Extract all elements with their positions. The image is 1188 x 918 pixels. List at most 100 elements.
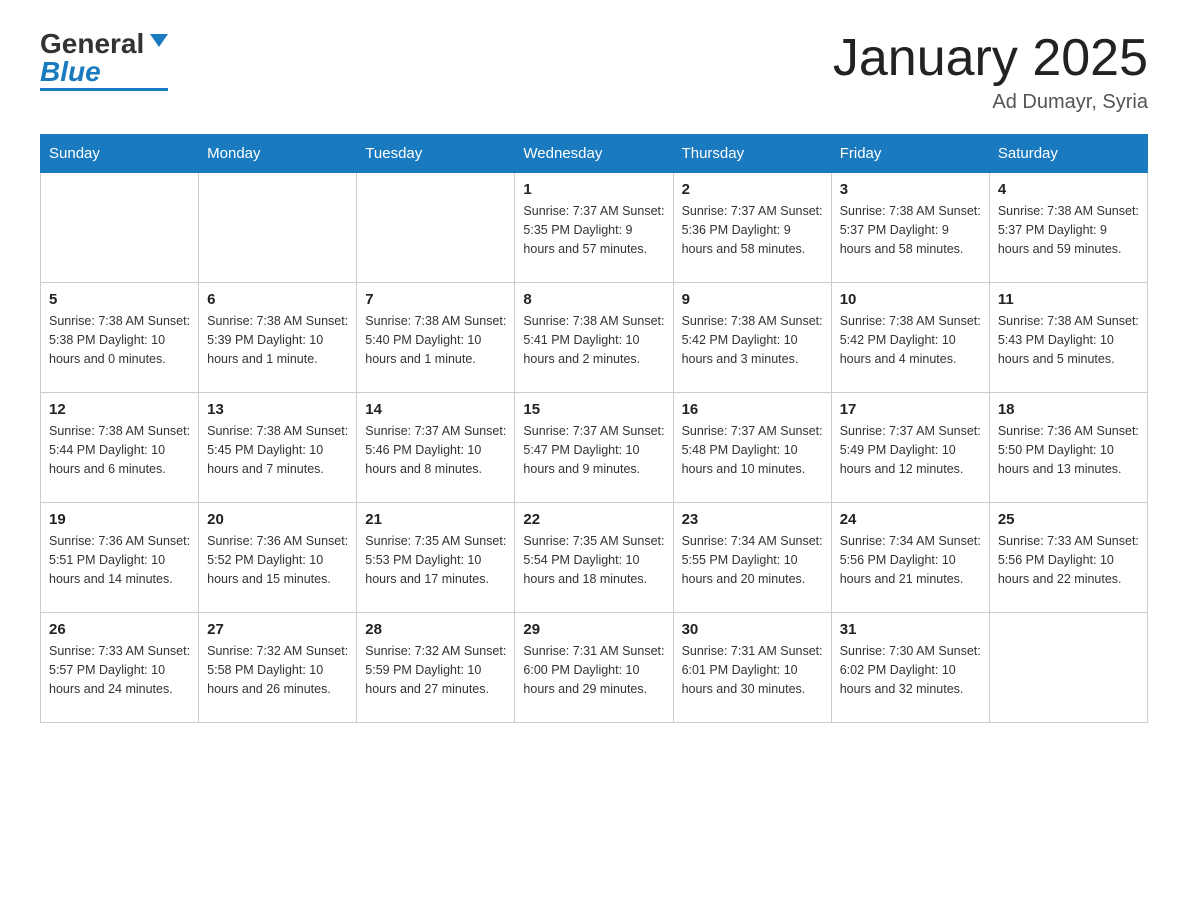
day-info: Sunrise: 7:33 AM Sunset: 5:56 PM Dayligh… (998, 532, 1139, 588)
day-number: 9 (682, 291, 823, 308)
calendar-cell: 15 Sunrise: 7:37 AM Sunset: 5:47 PM Dayli… (515, 393, 673, 503)
day-info: Sunrise: 7:37 AM Sunset: 5:49 PM Dayligh… (840, 422, 981, 478)
day-number: 20 (207, 511, 348, 528)
day-number: 13 (207, 401, 348, 418)
day-info: Sunrise: 7:38 AM Sunset: 5:38 PM Dayligh… (49, 312, 190, 368)
calendar-cell: 24Sunrise: 7:34 AM Sunset: 5:56 PM Dayli… (831, 503, 989, 613)
day-info: Sunrise: 7:31 AM Sunset: 6:00 PM Dayligh… (523, 642, 664, 698)
day-number: 6 (207, 291, 348, 308)
day-number: 22 (523, 511, 664, 528)
calendar-cell: 6 Sunrise: 7:38 AM Sunset: 5:39 PM Daylig… (199, 283, 357, 393)
calendar-cell: 4 Sunrise: 7:38 AM Sunset: 5:37 PM Daylig… (989, 173, 1147, 283)
day-info: Sunrise: 7:36 AM Sunset: 5:52 PM Dayligh… (207, 532, 348, 588)
calendar-header-wednesday: Wednesday (515, 135, 673, 173)
day-info: Sunrise: 7:36 AM Sunset: 5:50 PM Dayligh… (998, 422, 1139, 478)
calendar-cell: 1 Sunrise: 7:37 AM Sunset: 5:35 PM Daylig… (515, 173, 673, 283)
day-number: 12 (49, 401, 190, 418)
day-info: Sunrise: 7:38 AM Sunset: 5:42 PM Dayligh… (682, 312, 823, 368)
calendar-cell: 30Sunrise: 7:31 AM Sunset: 6:01 PM Dayli… (673, 613, 831, 723)
day-number: 28 (365, 621, 506, 638)
day-number: 29 (523, 621, 664, 638)
calendar-cell: 3 Sunrise: 7:38 AM Sunset: 5:37 PM Daylig… (831, 173, 989, 283)
day-number: 10 (840, 291, 981, 308)
day-info: Sunrise: 7:38 AM Sunset: 5:43 PM Dayligh… (998, 312, 1139, 368)
calendar-header-saturday: Saturday (989, 135, 1147, 173)
day-info: Sunrise: 7:30 AM Sunset: 6:02 PM Dayligh… (840, 642, 981, 698)
calendar-cell: 29 Sunrise: 7:31 AM Sunset: 6:00 PM Dayli… (515, 613, 673, 723)
day-number: 4 (998, 181, 1139, 198)
day-info: Sunrise: 7:38 AM Sunset: 5:39 PM Dayligh… (207, 312, 348, 368)
calendar-cell: 7 Sunrise: 7:38 AM Sunset: 5:40 PM Daylig… (357, 283, 515, 393)
calendar-cell: 20 Sunrise: 7:36 AM Sunset: 5:52 PM Dayli… (199, 503, 357, 613)
calendar-header-thursday: Thursday (673, 135, 831, 173)
day-number: 14 (365, 401, 506, 418)
day-number: 27 (207, 621, 348, 638)
day-number: 1 (523, 181, 664, 198)
day-number: 3 (840, 181, 981, 198)
calendar-cell: 17 Sunrise: 7:37 AM Sunset: 5:49 PM Dayli… (831, 393, 989, 503)
calendar-week-5: 26 Sunrise: 7:33 AM Sunset: 5:57 PM Dayli… (41, 613, 1148, 723)
calendar-cell: 22Sunrise: 7:35 AM Sunset: 5:54 PM Dayli… (515, 503, 673, 613)
calendar-cell: 12 Sunrise: 7:38 AM Sunset: 5:44 PM Dayli… (41, 393, 199, 503)
calendar-cell: 23 Sunrise: 7:34 AM Sunset: 5:55 PM Dayli… (673, 503, 831, 613)
calendar-cell: 19Sunrise: 7:36 AM Sunset: 5:51 PM Dayli… (41, 503, 199, 613)
calendar-week-2: 5Sunrise: 7:38 AM Sunset: 5:38 PM Daylig… (41, 283, 1148, 393)
calendar-table: SundayMondayTuesdayWednesdayThursdayFrid… (40, 134, 1148, 723)
calendar-cell: 25Sunrise: 7:33 AM Sunset: 5:56 PM Dayli… (989, 503, 1147, 613)
calendar-week-1: 1 Sunrise: 7:37 AM Sunset: 5:35 PM Daylig… (41, 173, 1148, 283)
calendar-cell: 9 Sunrise: 7:38 AM Sunset: 5:42 PM Daylig… (673, 283, 831, 393)
day-info: Sunrise: 7:38 AM Sunset: 5:37 PM Dayligh… (840, 202, 981, 258)
calendar-cell (199, 173, 357, 283)
calendar-cell: 14 Sunrise: 7:37 AM Sunset: 5:46 PM Dayli… (357, 393, 515, 503)
logo-text-blue: Blue (40, 58, 101, 86)
day-info: Sunrise: 7:38 AM Sunset: 5:44 PM Dayligh… (49, 422, 190, 478)
day-info: Sunrise: 7:37 AM Sunset: 5:48 PM Dayligh… (682, 422, 823, 478)
calendar-cell: 5Sunrise: 7:38 AM Sunset: 5:38 PM Daylig… (41, 283, 199, 393)
logo-triangle-icon (150, 34, 168, 47)
calendar-cell: 16 Sunrise: 7:37 AM Sunset: 5:48 PM Dayli… (673, 393, 831, 503)
day-info: Sunrise: 7:32 AM Sunset: 5:59 PM Dayligh… (365, 642, 506, 698)
calendar-cell: 18 Sunrise: 7:36 AM Sunset: 5:50 PM Dayli… (989, 393, 1147, 503)
day-info: Sunrise: 7:38 AM Sunset: 5:45 PM Dayligh… (207, 422, 348, 478)
day-info: Sunrise: 7:38 AM Sunset: 5:37 PM Dayligh… (998, 202, 1139, 258)
day-number: 11 (998, 291, 1139, 308)
day-number: 23 (682, 511, 823, 528)
day-info: Sunrise: 7:38 AM Sunset: 5:40 PM Dayligh… (365, 312, 506, 368)
day-number: 2 (682, 181, 823, 198)
calendar-cell: 28 Sunrise: 7:32 AM Sunset: 5:59 PM Dayli… (357, 613, 515, 723)
day-info: Sunrise: 7:38 AM Sunset: 5:41 PM Dayligh… (523, 312, 664, 368)
day-number: 26 (49, 621, 190, 638)
calendar-cell: 13 Sunrise: 7:38 AM Sunset: 5:45 PM Dayli… (199, 393, 357, 503)
calendar-cell: 26 Sunrise: 7:33 AM Sunset: 5:57 PM Dayli… (41, 613, 199, 723)
day-info: Sunrise: 7:37 AM Sunset: 5:35 PM Dayligh… (523, 202, 664, 258)
day-number: 17 (840, 401, 981, 418)
day-number: 16 (682, 401, 823, 418)
day-info: Sunrise: 7:34 AM Sunset: 5:56 PM Dayligh… (840, 532, 981, 588)
calendar-cell: 31Sunrise: 7:30 AM Sunset: 6:02 PM Dayli… (831, 613, 989, 723)
day-info: Sunrise: 7:33 AM Sunset: 5:57 PM Dayligh… (49, 642, 190, 698)
day-number: 19 (49, 511, 190, 528)
day-info: Sunrise: 7:31 AM Sunset: 6:01 PM Dayligh… (682, 642, 823, 698)
day-info: Sunrise: 7:37 AM Sunset: 5:47 PM Dayligh… (523, 422, 664, 478)
calendar-header-sunday: Sunday (41, 135, 199, 173)
calendar-cell (357, 173, 515, 283)
day-number: 18 (998, 401, 1139, 418)
calendar-week-4: 19Sunrise: 7:36 AM Sunset: 5:51 PM Dayli… (41, 503, 1148, 613)
subtitle: Ad Dumayr, Syria (833, 91, 1148, 114)
calendar-cell: 27Sunrise: 7:32 AM Sunset: 5:58 PM Dayli… (199, 613, 357, 723)
calendar-header-tuesday: Tuesday (357, 135, 515, 173)
calendar-header-row: SundayMondayTuesdayWednesdayThursdayFrid… (41, 135, 1148, 173)
day-number: 8 (523, 291, 664, 308)
page-header: General Blue January 2025 Ad Dumayr, Syr… (40, 30, 1148, 114)
day-info: Sunrise: 7:38 AM Sunset: 5:42 PM Dayligh… (840, 312, 981, 368)
day-info: Sunrise: 7:37 AM Sunset: 5:36 PM Dayligh… (682, 202, 823, 258)
day-number: 15 (523, 401, 664, 418)
day-info: Sunrise: 7:34 AM Sunset: 5:55 PM Dayligh… (682, 532, 823, 588)
calendar-cell (989, 613, 1147, 723)
title-section: January 2025 Ad Dumayr, Syria (833, 30, 1148, 114)
day-number: 7 (365, 291, 506, 308)
day-info: Sunrise: 7:35 AM Sunset: 5:53 PM Dayligh… (365, 532, 506, 588)
calendar-header-friday: Friday (831, 135, 989, 173)
day-info: Sunrise: 7:37 AM Sunset: 5:46 PM Dayligh… (365, 422, 506, 478)
calendar-cell: 2 Sunrise: 7:37 AM Sunset: 5:36 PM Daylig… (673, 173, 831, 283)
